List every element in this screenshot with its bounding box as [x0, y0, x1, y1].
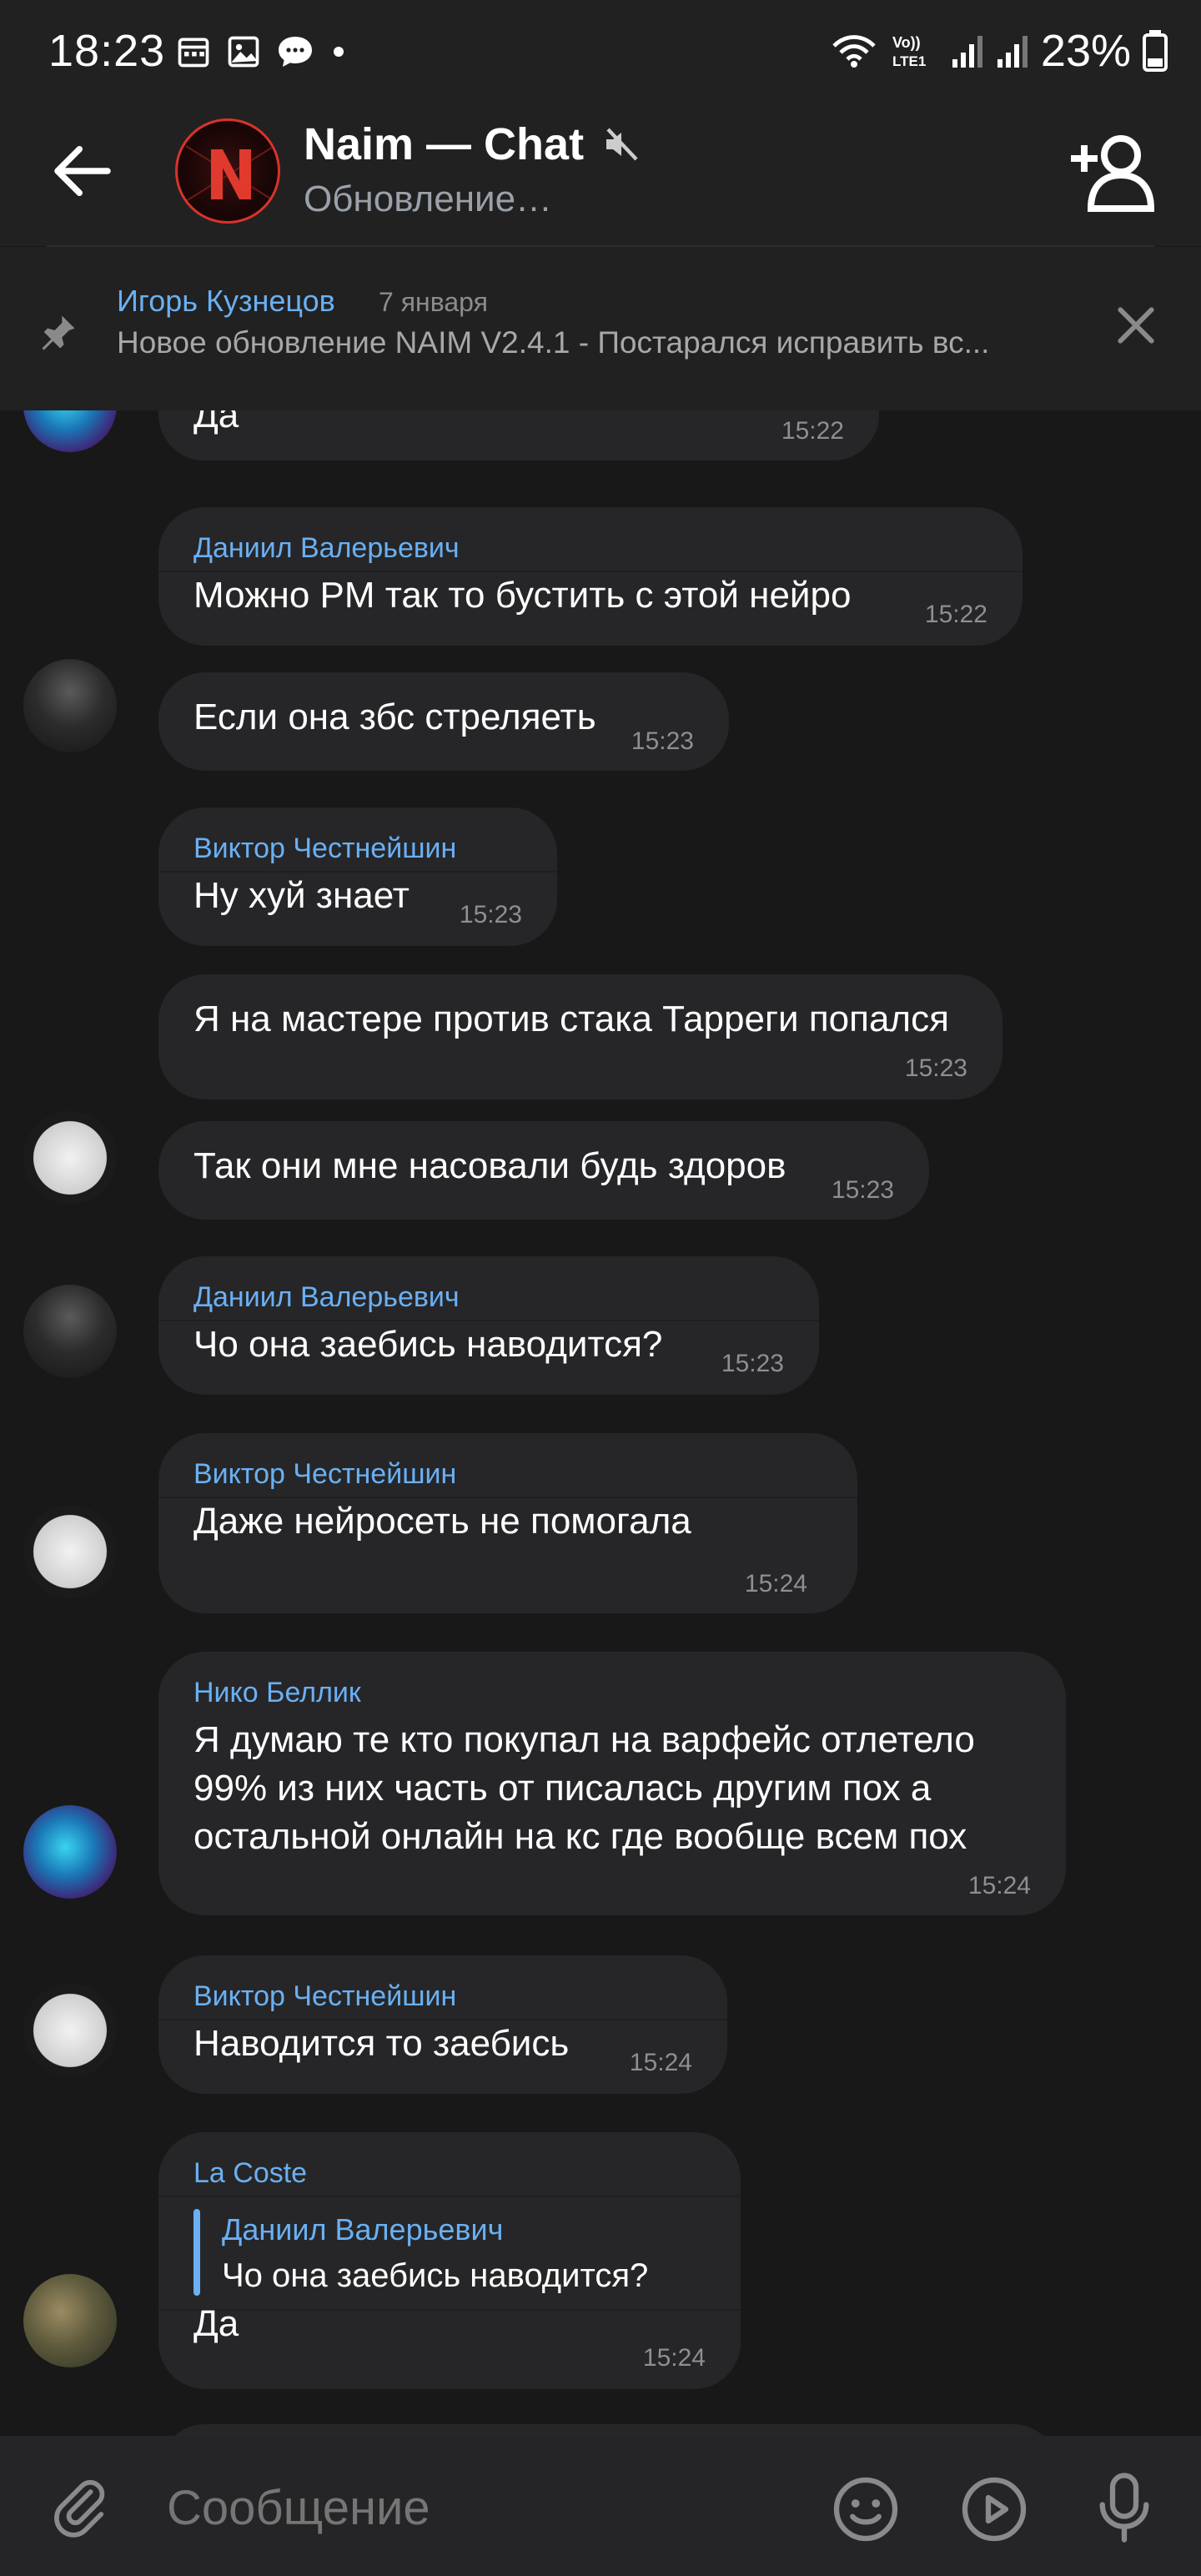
message-bubble[interactable]: Даниил Валерьевич Чо она заебись наводит… [158, 1256, 819, 1395]
reply-bar [193, 2209, 200, 2296]
mute-icon [606, 128, 638, 161]
message-input[interactable] [167, 2474, 801, 2541]
signal-icon [952, 36, 982, 68]
chat-icon [279, 37, 312, 67]
message-list[interactable]: Да 15:22 Даниил Валерьевич Можно PM так … [0, 410, 1201, 2436]
message-author: La Coste [193, 2157, 308, 2189]
message-text: остальной онлайн на кс где вообще всем п… [193, 1816, 967, 1857]
message-bubble[interactable]: La Coste Даниил Валерьевич Чо она заебис… [158, 2132, 741, 2389]
message-separator [158, 2309, 741, 2311]
message-time: 15:24 [967, 1872, 1031, 1899]
battery-percent: 23% [1040, 26, 1131, 76]
avatar[interactable] [23, 1984, 117, 2077]
message-text: Да [193, 2303, 239, 2344]
message-text: Так они мне насовали будь здоров [193, 1145, 786, 1186]
message-bubble[interactable]: Если она збс стреляеть 15:23 [158, 672, 729, 771]
message-bubble[interactable]: Виктор Честнейшин Даже нейросеть не помо… [158, 1433, 857, 1613]
signal-icon [997, 36, 1028, 68]
avatar[interactable] [23, 2274, 117, 2367]
pin-icon [42, 315, 75, 350]
avatar[interactable] [23, 1805, 117, 1899]
message-text: Я думаю те кто покупал на варфейс отлете… [193, 1719, 975, 1760]
avatar[interactable] [23, 1111, 117, 1205]
message-text: Да [193, 410, 239, 435]
volte-icon: Vo)) LTE1 [892, 34, 926, 69]
message-text: Я на мастере против стака Тарреги попалс… [193, 999, 949, 1039]
message-author: Виктор Честнейшин [193, 833, 457, 864]
svg-text:LTE1: LTE1 [892, 53, 926, 69]
message-text: Ну хуй знает [193, 875, 410, 916]
pinned-text: Новое обновление NAIM V2.4.1 - Постаралс… [117, 325, 990, 360]
message-time: 15:23 [721, 1350, 784, 1377]
svg-text:Vo)): Vo)) [892, 34, 921, 51]
chat-title-block[interactable]: Naim — Chat Обновление… [304, 118, 641, 220]
battery-icon [1143, 30, 1168, 72]
naim-logo [185, 145, 275, 202]
emoji-icon[interactable] [831, 2474, 901, 2544]
chat-avatar[interactable] [175, 118, 280, 224]
message-time: 15:23 [459, 901, 522, 928]
status-time: 18:23 [48, 26, 166, 76]
reply-text[interactable]: Чо она заебись наводится? [222, 2257, 648, 2295]
message-text: Наводится то заебись [193, 2023, 570, 2064]
message-author: Даниил Валерьевич [193, 1281, 460, 1313]
message-bubble[interactable]: Виктор Честнейшин Наводится то заебись 1… [158, 1955, 727, 2094]
message-separator [158, 2196, 741, 2197]
chat-title: Naim — Chat [304, 119, 585, 169]
chat-header: Naim — Chat Обновление… [0, 100, 1201, 247]
close-icon[interactable] [1109, 299, 1163, 352]
message-author: Нико Беллик [193, 1677, 361, 1708]
message-bubble[interactable]: Я на мастере против стака Тарреги попалс… [158, 974, 1003, 1099]
pinned-date: 7 января [379, 287, 488, 317]
paperclip-icon[interactable] [48, 2476, 112, 2539]
message-bubble[interactable]: Да 15:22 [158, 410, 879, 460]
message-bubble[interactable]: Виктор Честнейшин Ну хуй знает 15:23 [158, 808, 557, 946]
message-author: Виктор Честнейшин [193, 1458, 457, 1490]
video-message-icon[interactable] [959, 2474, 1029, 2544]
reply-author[interactable]: Даниил Валерьевич [222, 2212, 503, 2247]
message-time: 15:24 [629, 2049, 692, 2076]
back-arrow-icon[interactable] [45, 133, 120, 209]
message-time: 15:23 [904, 1054, 967, 1082]
message-text: 99% из них часть от писалась другим пох … [193, 1768, 932, 1809]
avatar[interactable] [23, 659, 117, 752]
message-bubble[interactable]: Нико Беллик Я думаю те кто покупал на ва… [158, 1652, 1066, 1915]
message-time: 15:23 [631, 727, 694, 755]
message-bubble[interactable] [158, 2424, 1059, 2436]
message-author: Виктор Честнейшин [193, 1980, 457, 2012]
add-member-icon[interactable] [1068, 128, 1154, 215]
microphone-icon[interactable] [1089, 2469, 1159, 2546]
message-time: 15:24 [744, 1570, 807, 1597]
message-text: Даже нейросеть не помогала [193, 1501, 691, 1542]
message-bubble[interactable]: Даниил Валерьевич Можно PM так то бустит… [158, 507, 1023, 646]
dot-icon [334, 47, 344, 57]
message-time: 15:23 [831, 1176, 894, 1204]
avatar[interactable] [23, 1505, 117, 1598]
chat-subtitle: Обновление… [304, 179, 553, 219]
avatar[interactable] [23, 410, 117, 452]
pinned-message-bar[interactable]: Игорь Кузнецов 7 января Новое обновление… [0, 247, 1201, 410]
wifi-icon [832, 35, 876, 68]
image-icon [228, 36, 259, 68]
message-input-bar [0, 2436, 1201, 2576]
message-time: 15:22 [924, 601, 987, 628]
message-bubble[interactable]: Так они мне насовали будь здоров 15:23 [158, 1121, 929, 1220]
status-bar: 18:23 Vo)) LTE1 23% [0, 0, 1201, 100]
message-text: Можно PM так то бустить с этой нейро [193, 575, 852, 616]
message-text: Чо она заебись наводится? [193, 1324, 663, 1365]
pinned-author: Игорь Кузнецов [117, 284, 335, 318]
message-author: Даниил Валерьевич [193, 532, 460, 564]
system-icons: Vo)) LTE1 23% [831, 25, 1168, 77]
message-time: 15:22 [781, 417, 844, 445]
calendar-icon [178, 38, 209, 68]
notification-icons [175, 32, 349, 72]
message-time: 15:24 [642, 2344, 706, 2372]
avatar[interactable] [23, 1285, 117, 1378]
message-text: Если она збс стреляеть [193, 697, 596, 737]
